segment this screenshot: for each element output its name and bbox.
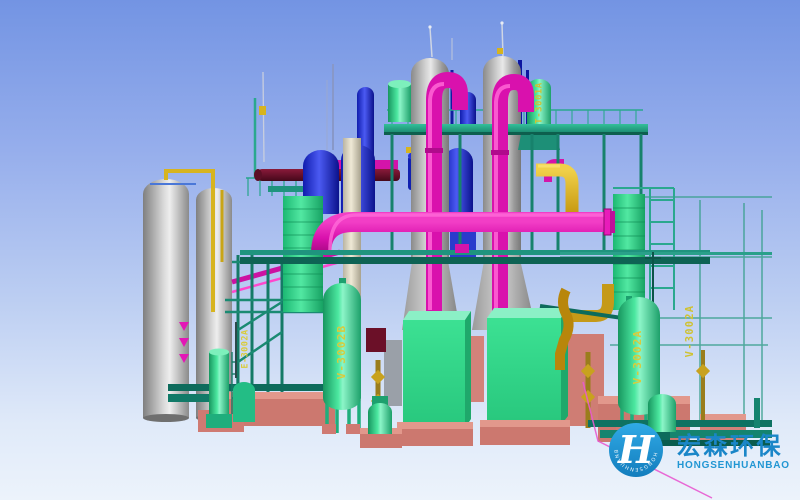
label-v3002a: V-3002A <box>631 330 644 385</box>
label-v3002a-floating: V-3002A <box>684 305 696 358</box>
label-v3002b: V-3002B <box>335 325 348 380</box>
magenta-valve <box>455 244 469 253</box>
logo-name-en: HONGSENHUANBAO <box>677 460 790 471</box>
green-skid-cube-left <box>397 311 473 446</box>
logo-name-cn: 宏森环保 <box>677 432 783 460</box>
label-t3001a: T-3001A <box>535 82 545 124</box>
logo-monogram: H <box>617 427 655 472</box>
plant-scene: T-3001A <box>0 0 800 500</box>
label-e3002a: E-3002A <box>241 329 251 368</box>
green-skid-cube-right <box>480 308 570 445</box>
plant-3d-render: T-3001A <box>0 0 800 500</box>
green-cylinder-small <box>388 80 411 122</box>
